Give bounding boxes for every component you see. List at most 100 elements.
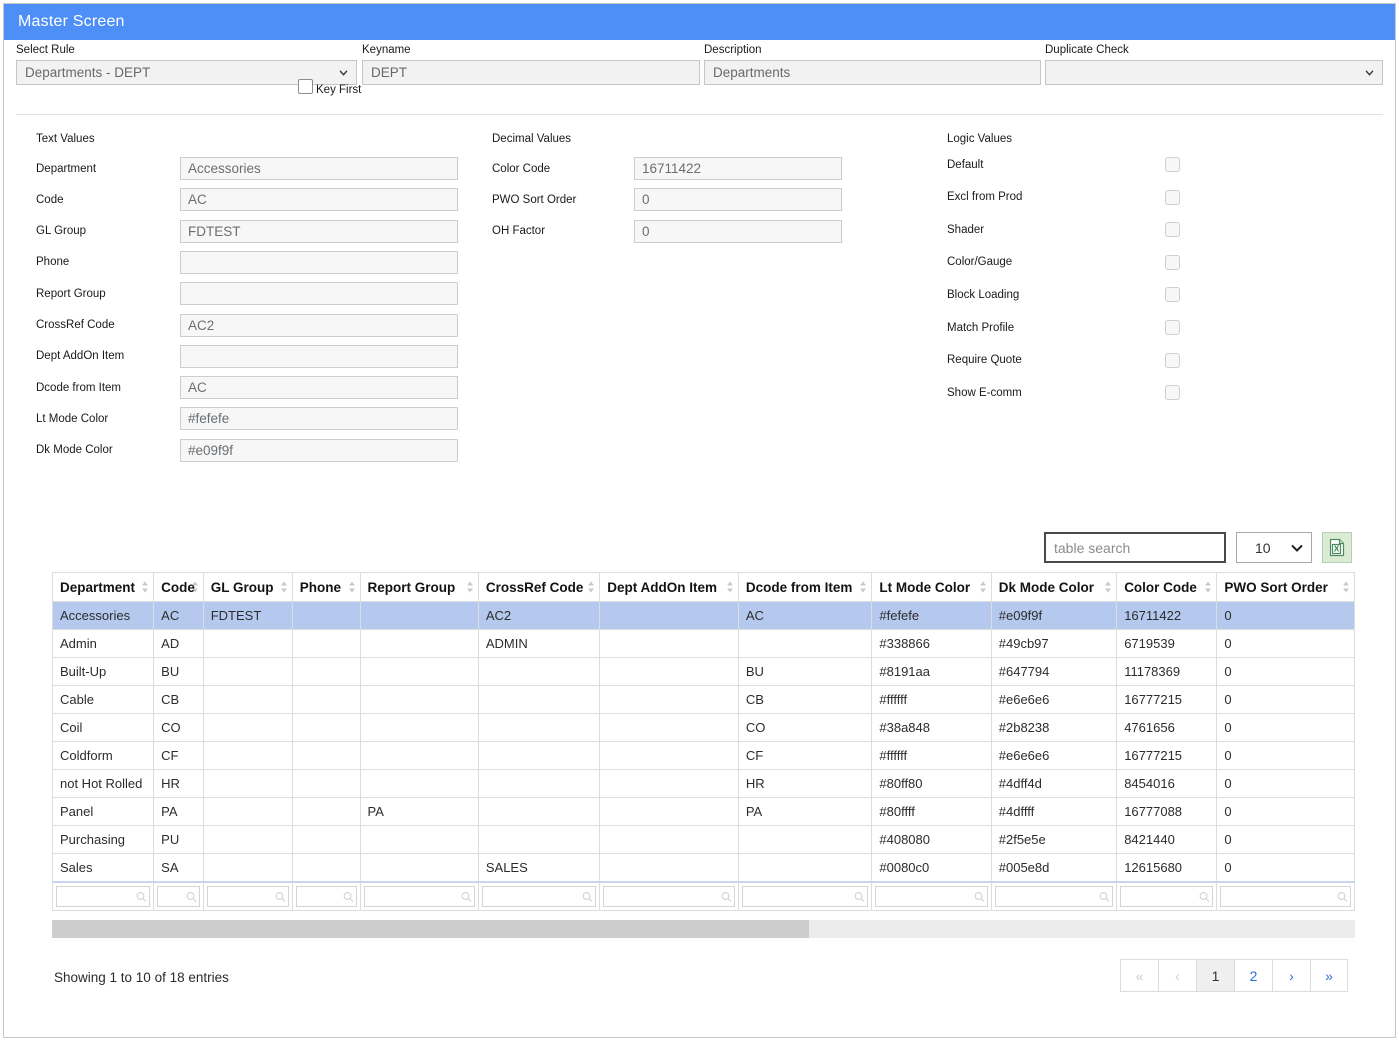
table-cell[interactable]: 0 [1217, 658, 1355, 686]
table-cell[interactable] [360, 658, 478, 686]
table-cell[interactable]: HR [738, 770, 872, 798]
table-cell[interactable]: #e6e6e6 [991, 686, 1116, 714]
column-header-pwo-sort-order[interactable]: PWO Sort Order [1217, 573, 1355, 602]
table-cell[interactable] [478, 714, 599, 742]
table-cell[interactable] [600, 714, 739, 742]
pagination-last[interactable]: » [1310, 959, 1348, 992]
logic-field-checkbox[interactable] [1165, 190, 1180, 205]
table-cell[interactable] [203, 686, 292, 714]
table-cell[interactable] [478, 826, 599, 854]
keyname-input[interactable] [362, 60, 700, 85]
table-cell[interactable]: CB [154, 686, 204, 714]
table-cell[interactable] [203, 630, 292, 658]
column-header-report-group[interactable]: Report Group [360, 573, 478, 602]
table-cell[interactable] [203, 826, 292, 854]
table-cell[interactable]: #fefefe [872, 602, 991, 630]
table-cell[interactable] [292, 826, 360, 854]
text-field-input[interactable] [180, 376, 458, 399]
table-cell[interactable] [292, 742, 360, 770]
table-cell[interactable]: 12615680 [1117, 854, 1217, 883]
text-field-input[interactable] [180, 251, 458, 274]
table-row[interactable]: AccessoriesACFDTESTAC2AC#fefefe#e09f9f16… [53, 602, 1355, 630]
table-cell[interactable] [600, 630, 739, 658]
table-cell[interactable]: #2b8238 [991, 714, 1116, 742]
table-cell[interactable]: PA [738, 798, 872, 826]
table-cell[interactable] [478, 770, 599, 798]
table-cell[interactable]: #ffffff [872, 742, 991, 770]
table-cell[interactable] [600, 854, 739, 883]
table-row[interactable]: CableCBCB#ffffff#e6e6e6167772150 [53, 686, 1355, 714]
table-cell[interactable]: #338866 [872, 630, 991, 658]
excel-export-button[interactable]: X [1322, 532, 1352, 563]
logic-field-checkbox[interactable] [1165, 287, 1180, 302]
text-field-input[interactable] [180, 407, 458, 430]
table-cell[interactable]: 0 [1217, 602, 1355, 630]
text-field-input[interactable] [180, 282, 458, 305]
table-row[interactable]: PurchasingPU#408080#2f5e5e84214400 [53, 826, 1355, 854]
column-filter-input[interactable] [1220, 886, 1351, 907]
column-filter-input[interactable] [482, 886, 596, 907]
page-length-select[interactable]: 102550100 [1236, 532, 1312, 563]
table-cell[interactable]: CB [738, 686, 872, 714]
table-cell[interactable] [600, 658, 739, 686]
table-cell[interactable] [203, 798, 292, 826]
table-cell[interactable]: AC [154, 602, 204, 630]
table-cell[interactable]: Built-Up [53, 658, 154, 686]
table-cell[interactable] [478, 658, 599, 686]
table-cell[interactable] [600, 770, 739, 798]
table-cell[interactable]: #80ffff [872, 798, 991, 826]
column-filter-input[interactable] [207, 886, 289, 907]
table-cell[interactable]: BU [154, 658, 204, 686]
table-cell[interactable]: PA [360, 798, 478, 826]
table-cell[interactable]: AC [738, 602, 872, 630]
logic-field-checkbox[interactable] [1165, 255, 1180, 270]
table-cell[interactable] [360, 826, 478, 854]
logic-field-checkbox[interactable] [1165, 353, 1180, 368]
table-cell[interactable] [738, 854, 872, 883]
table-cell[interactable]: 8421440 [1117, 826, 1217, 854]
table-cell[interactable]: BU [738, 658, 872, 686]
column-filter-input[interactable] [995, 886, 1113, 907]
column-header-dcode-from-item[interactable]: Dcode from Item [738, 573, 872, 602]
column-filter-input[interactable] [157, 886, 200, 907]
table-cell[interactable]: #38a848 [872, 714, 991, 742]
table-cell[interactable]: CF [738, 742, 872, 770]
table-cell[interactable] [360, 602, 478, 630]
column-filter-input[interactable] [296, 886, 357, 907]
column-header-department[interactable]: Department [53, 573, 154, 602]
table-row[interactable]: SalesSASALES#0080c0#005e8d126156800 [53, 854, 1355, 883]
table-cell[interactable]: Admin [53, 630, 154, 658]
column-header-gl-group[interactable]: GL Group [203, 573, 292, 602]
table-cell[interactable] [292, 630, 360, 658]
table-cell[interactable]: 0 [1217, 826, 1355, 854]
table-cell[interactable]: 11178369 [1117, 658, 1217, 686]
table-cell[interactable]: 0 [1217, 798, 1355, 826]
table-cell[interactable] [292, 686, 360, 714]
duplicate-check-dropdown[interactable] [1045, 60, 1383, 85]
table-cell[interactable]: #005e8d [991, 854, 1116, 883]
table-cell[interactable]: HR [154, 770, 204, 798]
column-header-lt-mode-color[interactable]: Lt Mode Color [872, 573, 991, 602]
table-cell[interactable] [360, 742, 478, 770]
description-input[interactable] [704, 60, 1041, 85]
text-field-input[interactable] [180, 314, 458, 337]
table-cell[interactable]: 16777215 [1117, 742, 1217, 770]
table-cell[interactable] [478, 798, 599, 826]
column-filter-input[interactable] [742, 886, 869, 907]
table-cell[interactable]: 0 [1217, 686, 1355, 714]
column-filter-input[interactable] [56, 886, 150, 907]
table-cell[interactable] [360, 854, 478, 883]
table-cell[interactable]: #8191aa [872, 658, 991, 686]
table-cell[interactable] [292, 770, 360, 798]
table-cell[interactable]: ADMIN [478, 630, 599, 658]
table-cell[interactable]: PA [154, 798, 204, 826]
table-cell[interactable]: 16777215 [1117, 686, 1217, 714]
table-horizontal-scrollbar[interactable] [52, 920, 1355, 938]
scrollbar-thumb[interactable] [52, 920, 809, 938]
table-cell[interactable] [360, 630, 478, 658]
table-cell[interactable] [292, 714, 360, 742]
table-cell[interactable]: CO [154, 714, 204, 742]
table-cell[interactable]: #408080 [872, 826, 991, 854]
table-cell[interactable]: 16711422 [1117, 602, 1217, 630]
table-cell[interactable]: not Hot Rolled [53, 770, 154, 798]
